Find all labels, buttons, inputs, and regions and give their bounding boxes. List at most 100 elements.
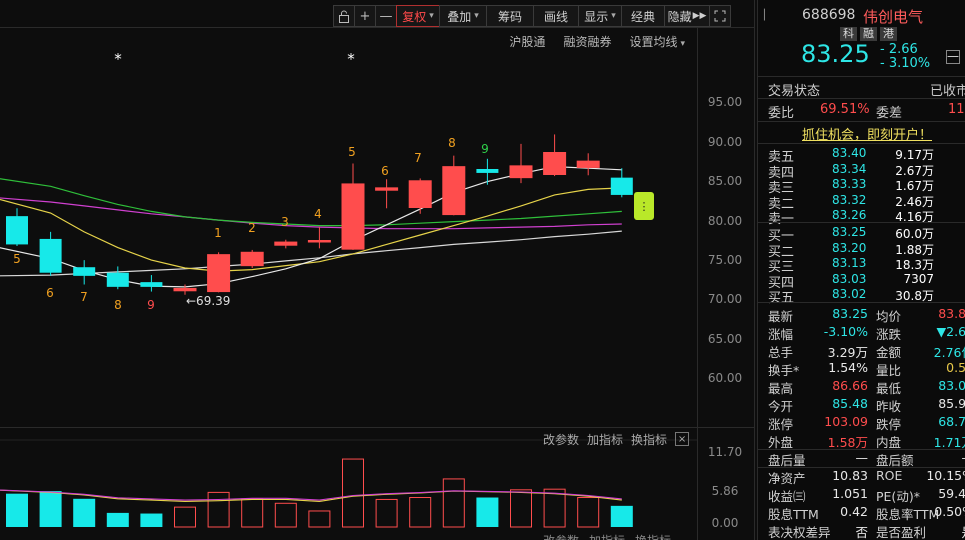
ask-price[interactable]: 83.34: [832, 162, 866, 176]
volume-bar: [577, 497, 600, 528]
td-count-label: 9: [147, 298, 155, 312]
ask-price[interactable]: 83.32: [832, 193, 866, 207]
current-bar-marker-text: ⋮: [639, 200, 650, 213]
td-count-label: 6: [46, 286, 54, 300]
stat-label: 换手*: [768, 363, 800, 378]
event-marker: *: [347, 50, 355, 68]
candle-body: [73, 267, 96, 276]
stat-value: 83.89: [938, 306, 965, 321]
volume-bar: [375, 498, 398, 528]
add-indicator-link-2[interactable]: 加指标: [589, 532, 625, 540]
bid-price[interactable]: 83.13: [832, 256, 866, 270]
ma-magenta-line: [0, 197, 622, 230]
add-indicator-link[interactable]: 加指标: [587, 431, 623, 448]
ask-price[interactable]: 83.26: [832, 208, 866, 222]
weicha-label: 委差: [876, 106, 903, 121]
stat-value: 0.50%: [934, 504, 965, 519]
volume-bar: [274, 502, 297, 528]
stat-label: 涨停: [768, 417, 794, 432]
close-icon[interactable]: ×: [675, 432, 690, 446]
td-count-label: 3: [281, 215, 289, 229]
stat-value: 3.29万: [827, 345, 868, 360]
volume-bar: [308, 510, 331, 528]
stock-code: 688698: [802, 7, 856, 23]
collapse-button[interactable]: —: [946, 50, 960, 64]
volume-bar: [106, 512, 129, 527]
td-count-label: 6: [381, 164, 389, 178]
stat-value: 0.56: [946, 360, 965, 375]
open-account-promo[interactable]: 抓住机会，即刻开户！: [802, 124, 932, 143]
kline-chart-area[interactable]: + — 复权 叠加 筹码 画线 显示 经典 隐藏▶▶ 沪股通 融资融券 设置均线…: [0, 0, 755, 540]
candle-body: [442, 166, 466, 216]
stat-value: 83.25: [832, 306, 868, 321]
stat-label: PE(动)*: [876, 489, 920, 504]
stat-label: 最新: [768, 309, 794, 324]
stat-label: ROE: [876, 468, 903, 483]
event-marker: *: [114, 50, 122, 68]
td-count-label: 8: [448, 136, 456, 150]
stat-value: 68.73: [938, 414, 965, 429]
stat-label: 涨跌: [876, 327, 902, 342]
switch-indicator-link-2[interactable]: 换指标: [635, 532, 671, 540]
trade-status-value: 已收市: [930, 84, 965, 99]
tag-kechuang: 科: [840, 27, 857, 41]
price-tick: 95.00: [707, 95, 743, 109]
bid-volume: 60.0万: [895, 227, 934, 241]
bid-price[interactable]: 83.25: [832, 225, 866, 239]
volume-bar: [207, 491, 230, 528]
candle-body: [140, 282, 163, 287]
candle-body: [240, 251, 264, 267]
price-tick: 85.00: [707, 174, 743, 188]
weicha-value: 110: [948, 102, 965, 117]
td-count-label: 7: [80, 290, 88, 304]
switch-indicator-link[interactable]: 换指标: [631, 431, 667, 448]
candle-body: [543, 152, 567, 175]
panel-divider: [754, 0, 755, 540]
stat-label: 最高: [768, 381, 794, 396]
stat-value: 59.42: [938, 486, 965, 501]
stat-value: ▼2.66: [936, 324, 965, 339]
candle-body: [6, 216, 28, 245]
webi-value: 69.51%: [820, 102, 870, 117]
candle-body: [375, 187, 399, 191]
volume-bar: [610, 505, 633, 527]
td-count-label: 5: [13, 252, 21, 266]
td-count-label: 5: [348, 145, 356, 159]
bid-price[interactable]: 83.02: [832, 287, 866, 301]
td-count-label: 1: [214, 226, 222, 240]
fullscreen-icon[interactable]: [709, 5, 731, 27]
change-params-link[interactable]: 改参数: [543, 431, 579, 448]
volume-bar: [73, 498, 96, 527]
stat-value: 10.83: [832, 468, 868, 483]
ask-price[interactable]: 83.40: [832, 146, 866, 160]
stat-value: 1.051: [832, 486, 868, 501]
kline-svg: ⋮ 5 6 7 8 9 1 2 3 4 5 6 7 8 9 * * ←69.39: [0, 50, 697, 528]
stat-value: -3.10%: [823, 324, 868, 339]
td-count-label: 7: [414, 151, 422, 165]
bid-price[interactable]: 83.03: [832, 272, 866, 286]
ask-volume: 2.46万: [895, 194, 934, 209]
volume-bar: [409, 497, 432, 528]
price-change: - 2.66: [880, 42, 918, 57]
candle-body: [408, 180, 432, 209]
volume-bar: [342, 458, 364, 528]
bid-volume: 1.88万: [895, 242, 934, 257]
stock-name[interactable]: 伟创电气: [863, 6, 923, 27]
td-count-label: 4: [314, 207, 322, 221]
panel-toggle-icon[interactable]: ▏: [764, 10, 772, 21]
stat-label: 昨收: [876, 399, 902, 414]
change-params-link-2[interactable]: 改参数: [543, 532, 579, 540]
axis-divider: [697, 27, 698, 540]
price-change-pct: - 3.10%: [880, 56, 931, 71]
volume-bar: [174, 506, 196, 528]
candle-body: [576, 160, 600, 168]
stat-value: 是: [924, 522, 965, 540]
bid-price[interactable]: 83.20: [832, 241, 866, 255]
tag-hk: 港: [880, 27, 897, 41]
volume-tools: 改参数 加指标 换指标 ×: [543, 431, 690, 448]
ask-price[interactable]: 83.33: [832, 177, 866, 191]
stock-tags: 科 融 港: [840, 27, 897, 41]
stat-value: 2.76亿: [933, 345, 965, 360]
stat-value: 1.54%: [828, 360, 868, 375]
ask-volume: 2.67万: [895, 163, 934, 178]
